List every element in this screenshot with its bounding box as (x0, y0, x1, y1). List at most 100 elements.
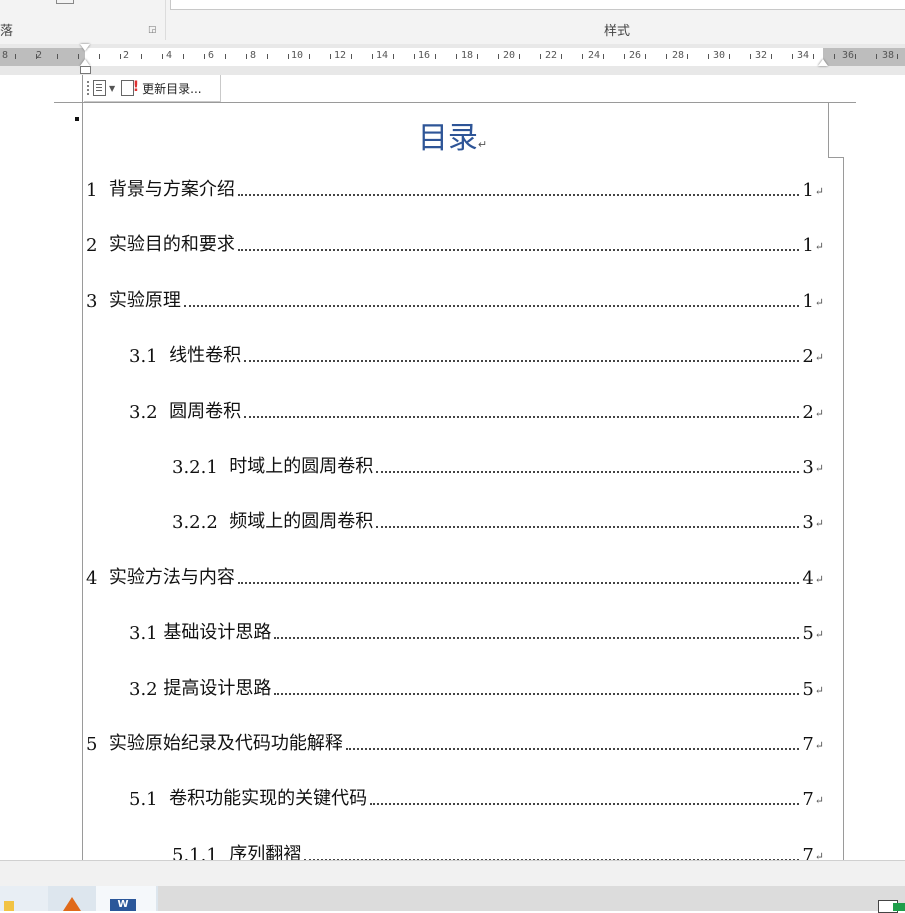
toc-content-control-toolbar: ▼ 更新目录... (84, 75, 221, 102)
first-line-indent-marker[interactable] (80, 44, 90, 51)
ruler-tick (288, 54, 289, 59)
toc-entry-number: 3 (86, 290, 109, 312)
update-toc-button[interactable]: 更新目录... (118, 77, 204, 99)
ruler-tick (645, 54, 646, 59)
toc-page-number: 7 (802, 734, 814, 755)
toc-entry[interactable]: 3.2 提高设计思路 5 ↵ (129, 672, 824, 700)
taskbar-matlab-button[interactable] (48, 886, 94, 911)
toc-dot-leader (237, 249, 800, 252)
hanging-indent-marker[interactable] (80, 59, 90, 66)
toc-entry-number: 3.2 (129, 678, 164, 700)
ribbon: 落 ◲ 样式 (0, 0, 905, 45)
toc-entry[interactable]: 3.2.2 频域上的圆周卷积 3 ↵ (172, 505, 824, 533)
ruler-label: 4 (166, 50, 173, 61)
ruler-label: 2 (123, 50, 130, 61)
right-indent-marker[interactable] (818, 59, 828, 66)
toc-entry-number: 1 (86, 180, 109, 201)
paragraph-mark: ↵ (814, 628, 824, 642)
ruler-tick (57, 54, 58, 59)
toc-entry[interactable]: 5 实验原始纪录及代码功能解释 7 ↵ (86, 727, 824, 755)
ruler-tick (519, 54, 520, 59)
ruler-tick (435, 54, 436, 59)
toc-entry-number: 2 (86, 235, 109, 257)
toc-entry-number: 5.1 (129, 789, 170, 811)
toc-entry[interactable]: 5.1 卷积功能实现的关键代码 7 ↵ (129, 782, 824, 810)
ruler-tick (183, 54, 184, 59)
ruler-label: 30 (713, 50, 726, 61)
dialog-launcher-icon[interactable]: ◲ (148, 26, 157, 35)
toc-entry-text: 时域上的圆周卷积 (229, 456, 374, 477)
ruler-tick (729, 54, 730, 59)
toc-entry[interactable]: 3.1 基础设计思路 5 ↵ (129, 616, 824, 644)
ruler-tick (540, 54, 541, 59)
ruler-label: 12 (334, 50, 347, 61)
toc-dot-leader (237, 194, 800, 196)
toc-page-number: 7 (802, 844, 814, 860)
paragraph-mark: ↵ (814, 794, 824, 808)
toc-entry-text: 实验原理 (108, 289, 181, 311)
ruler-label: 20 (503, 50, 516, 61)
toc-entry-number: 3.1 (129, 623, 164, 645)
toc-menu-button[interactable]: ▼ (90, 77, 118, 99)
ruler-tick (225, 54, 226, 59)
taskbar-word-button[interactable]: W (96, 886, 156, 911)
tray-app-icon[interactable] (893, 903, 905, 911)
toc-entry[interactable]: 2 实验目的和要求 1 ↵ (86, 228, 824, 256)
ruler-tick (666, 54, 667, 59)
ruler-tick (582, 54, 583, 59)
toc-entry[interactable]: 3.2 圆周卷积 2 ↵ (129, 395, 824, 423)
paragraph-mark: ↵ (814, 683, 824, 697)
ruler-tick (204, 54, 205, 59)
left-indent-marker[interactable] (80, 66, 91, 74)
toc-page-number: 7 (802, 789, 814, 811)
toc-entry[interactable]: 5.1.1 序列翻褶 7 ↵ (172, 838, 824, 860)
ribbon-control-fragment[interactable] (56, 0, 74, 4)
toc-entry-text: 线性卷积 (169, 345, 242, 367)
ruler-tick (561, 54, 562, 59)
paragraph-mark: ↵ (814, 406, 824, 420)
ruler-tick (246, 54, 247, 59)
ruler-tick (36, 54, 37, 59)
ruler-label: 26 (629, 50, 642, 61)
paragraph-mark: ↵ (477, 138, 488, 151)
document-canvas[interactable]: ▼ 更新目录... 目录↵ 1 背景与方案介绍1↵2 实验目的和要求1↵3 实验… (0, 75, 905, 860)
horizontal-ruler[interactable]: 8 2 2 4 6 8 10 12 14 16 18 20 22 24 26 28 30 32 34 36 38 (0, 44, 905, 75)
paragraph-mark: ↵ (814, 739, 824, 752)
ruler-tick (99, 54, 100, 59)
toc-entry-number: 3.2 (129, 401, 170, 423)
toc-entry-text: 背景与方案介绍 (108, 179, 235, 200)
toc-entry[interactable]: 4 实验方法与内容 4 ↵ (86, 561, 824, 589)
toc-heading[interactable]: 目录↵ (0, 113, 905, 157)
page-corner-mark (828, 157, 844, 158)
toc-entry-text: 圆周卷积 (169, 400, 242, 422)
toc-entry-text: 实验原始纪录及代码功能解释 (108, 733, 343, 754)
toc-page-number: 2 (802, 401, 814, 423)
styles-gallery[interactable] (170, 0, 905, 10)
paragraph-mark: ↵ (814, 240, 824, 254)
paragraph-mark: ↵ (814, 572, 824, 586)
ruler-tick (309, 54, 310, 59)
ruler-tick (855, 54, 856, 59)
toc-entry[interactable]: 3.1 线性卷积 2 ↵ (129, 339, 824, 367)
ruler-tick (624, 54, 625, 59)
toc-entry[interactable]: 1 背景与方案介绍 1 ↵ (86, 173, 824, 201)
toc-page-number: 4 (802, 567, 814, 589)
toc-page-number: 1 (802, 290, 814, 312)
toc-dot-leader (376, 526, 800, 529)
toc-entry-number: 3.2.1 (172, 457, 230, 478)
taskbar-explorer-button[interactable] (0, 886, 48, 911)
toc-entry[interactable]: 3 实验原理 1 ↵ (86, 284, 824, 312)
page-left-boundary (82, 75, 83, 860)
toc-page-number: 5 (802, 678, 814, 700)
document-icon (93, 80, 106, 96)
ruler-label: 14 (376, 50, 389, 61)
taskbar-empty-area (158, 886, 905, 911)
taskbar: W (0, 886, 905, 913)
toc-entry-text: 提高设计思路 (163, 677, 272, 699)
ruler-tick (771, 54, 772, 59)
toc-entry[interactable]: 3.2.1 时域上的圆周卷积 3 ↵ (172, 450, 824, 478)
ruler-label: 32 (755, 50, 768, 61)
ruler-tick (120, 54, 121, 59)
ruler-tick (876, 54, 877, 59)
paragraph-mark: ↵ (814, 849, 824, 860)
